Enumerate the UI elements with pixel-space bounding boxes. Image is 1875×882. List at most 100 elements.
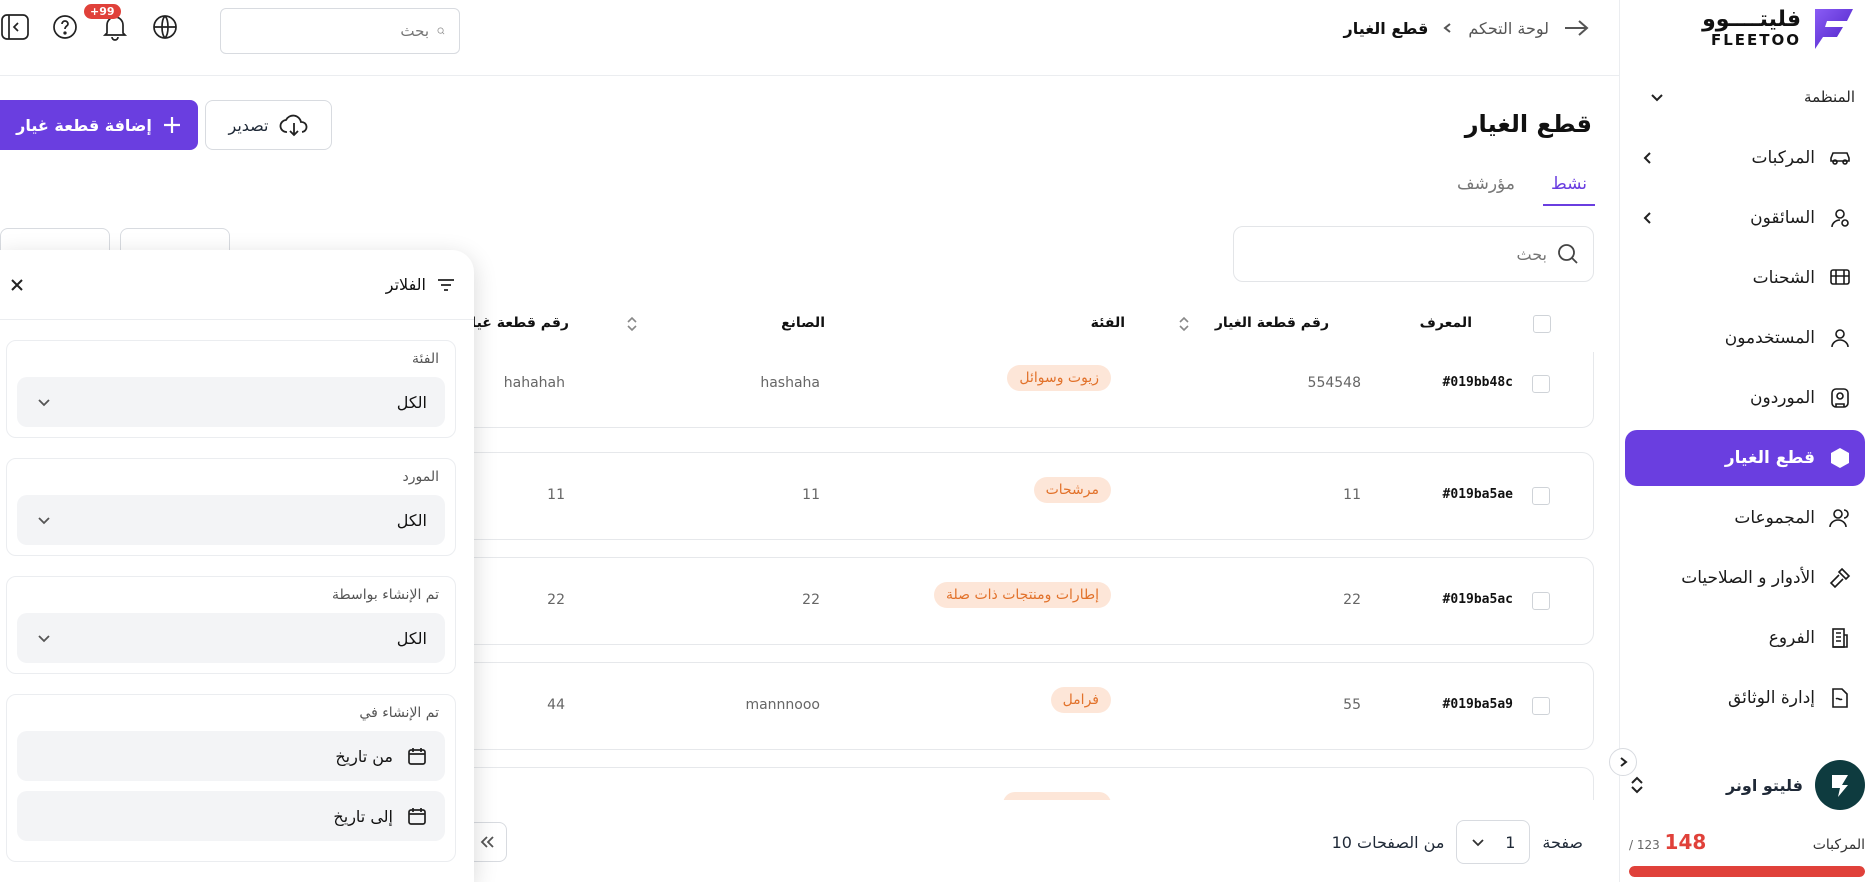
row-id[interactable]: #019ba5ac (1443, 592, 1513, 607)
sidebar-item-label: المجموعات (1734, 508, 1815, 528)
sidebar-item-label: قطع الغيار (1724, 448, 1815, 468)
sidebar-item-suppliers[interactable]: الموردون (1625, 370, 1865, 426)
arrow-right-icon[interactable] (1563, 18, 1589, 38)
filter-created-by-value: الكل (396, 628, 427, 648)
row-manufacturer: 22 (802, 592, 820, 608)
category-badge: إطارات ومنتجات ذات صلة (933, 582, 1111, 608)
driver-icon (1827, 205, 1853, 231)
vehicles-progress-fill (1629, 866, 1865, 877)
help-button[interactable] (50, 12, 80, 42)
sidebar-item-drivers[interactable]: السائقون (1625, 190, 1865, 246)
column-part-number: رقم قطعة الغيار (1215, 315, 1329, 331)
sort-icon[interactable] (626, 315, 638, 333)
page-title: قطع الغيار (1464, 110, 1592, 138)
sidebar-item-label: المستخدمون (1724, 328, 1815, 348)
vehicles-progress-bar (1629, 866, 1865, 877)
filter-created-by-select[interactable]: الكل (17, 613, 445, 663)
filter-category-select[interactable]: الكل (17, 377, 445, 427)
toggle-sidebar-button[interactable] (0, 12, 30, 42)
breadcrumb: لوحة التحكم قطع الغيار (1344, 18, 1590, 38)
row-supplier-part-number: 44 (547, 697, 565, 713)
organization-selector[interactable]: المنظمة (1619, 88, 1875, 106)
filter-category: الفئة الكل (6, 340, 456, 438)
chevron-down-icon (1472, 839, 1485, 847)
row-checkbox[interactable] (1532, 487, 1550, 505)
row-supplier-part-number: hahahah (503, 375, 565, 391)
filter-to-date[interactable]: إلى تاريخ (17, 791, 445, 841)
row-id[interactable]: #019bb48c (1443, 375, 1513, 390)
row-checkbox[interactable] (1532, 697, 1550, 715)
chevron-down-icon (38, 635, 50, 643)
tab-active[interactable]: نشط (1542, 170, 1595, 206)
pagination: صفحة 1 من الصفحات 10 (1332, 820, 1583, 864)
filter-category-label: الفئة (412, 351, 439, 367)
sort-icon[interactable] (1178, 315, 1190, 333)
filter-icon (438, 278, 454, 291)
tab-archived[interactable]: مؤرشف (1449, 170, 1523, 206)
breadcrumb-parent[interactable]: لوحة التحكم (1468, 19, 1549, 38)
calendar-icon (408, 748, 426, 765)
brand-avatar-icon (1832, 775, 1848, 797)
export-button[interactable]: تصدير (205, 100, 332, 150)
notifications-button[interactable]: +99 (84, 4, 130, 42)
page-select[interactable]: 1 (1456, 820, 1531, 864)
sidebar-item-documents[interactable]: إدارة الوثائق (1625, 670, 1865, 726)
sidebar-item-shipments[interactable]: الشحنات (1625, 250, 1865, 306)
column-supplier-part-number-label: رقم قطعة غيار (463, 315, 569, 331)
chevron-down-icon (38, 517, 50, 525)
car-icon (1827, 145, 1853, 171)
export-button-label: تصدير (228, 115, 269, 135)
chevron-down-icon (1651, 94, 1663, 102)
header-search[interactable] (220, 8, 460, 54)
top-bar: لوحة التحكم قطع الغيار +99 (0, 0, 1619, 76)
filter-supplier-select[interactable]: الكل (17, 495, 445, 545)
chevron-left-icon (1443, 23, 1451, 33)
sidebar-item-label: الأدوار و الصلاحيات (1681, 568, 1815, 588)
table-search[interactable] (1233, 226, 1594, 282)
row-id[interactable]: #019ba5ae (1443, 487, 1513, 502)
language-button[interactable] (150, 12, 180, 42)
sidebar-item-spare-parts[interactable]: قطع الغيار (1625, 430, 1865, 486)
close-icon[interactable] (8, 276, 26, 294)
add-spare-part-button[interactable]: إضافة قطعة غيار (0, 100, 198, 150)
status-tabs: نشط مؤرشف (1449, 170, 1595, 206)
organization-label: المنظمة (1804, 88, 1855, 106)
sidebar-item-vehicles[interactable]: المركبات (1625, 130, 1865, 186)
row-supplier-part-number: 11 (547, 487, 565, 503)
sidebar-item-branches[interactable]: الفروع (1625, 610, 1865, 666)
sidebar-item-groups[interactable]: المجموعات (1625, 490, 1865, 546)
category-badge: زيوت وسوائل (1007, 365, 1111, 391)
sidebar-item-label: إدارة الوثائق (1727, 688, 1815, 708)
row-part-number: 22 (1343, 592, 1361, 608)
row-checkbox[interactable] (1532, 375, 1550, 393)
building-icon (1827, 625, 1853, 651)
cloud-download-icon (279, 114, 307, 137)
row-checkbox[interactable] (1532, 592, 1550, 610)
avatar (1815, 760, 1865, 810)
row-manufacturer: hashaha (760, 375, 820, 391)
row-part-number: 11 (1343, 487, 1361, 503)
table-search-input[interactable] (1248, 244, 1547, 264)
add-spare-part-label: إضافة قطعة غيار (16, 115, 152, 135)
sidebar-item-users[interactable]: المستخدمون (1625, 310, 1865, 366)
brand-name-en: FLEETOO (1710, 30, 1801, 49)
filter-supplier-value: الكل (396, 510, 427, 530)
vehicles-usage-count: / 123 148 (1629, 830, 1706, 854)
filters-panel: الفلاتر الفئة الكل المورد الكل تم الإنشا… (0, 250, 474, 882)
brand-logo[interactable]: فليتــــوو FLEETOO (1702, 6, 1855, 50)
page-label: صفحة (1542, 832, 1583, 852)
search-icon (437, 27, 445, 35)
filter-from-date[interactable]: من تاريخ (17, 731, 445, 781)
account-switcher[interactable]: فليتو اونر (1629, 760, 1865, 810)
column-manufacturer: الصانع (781, 315, 825, 331)
filter-created-at: تم الإنشاء في من تاريخ إلى تاريخ (6, 694, 456, 862)
select-all-checkbox[interactable] (1533, 315, 1551, 333)
supplier-icon (1827, 385, 1853, 411)
search-icon (1558, 244, 1578, 264)
sidebar-item-roles[interactable]: الأدوار و الصلاحيات (1625, 550, 1865, 606)
sidebar-item-label: المركبات (1751, 148, 1815, 168)
row-manufacturer: mannnooo (745, 697, 820, 713)
sidebar-collapse-button[interactable] (1609, 748, 1637, 776)
row-id[interactable]: #019ba5a9 (1443, 697, 1513, 712)
header-search-input[interactable] (235, 22, 429, 40)
